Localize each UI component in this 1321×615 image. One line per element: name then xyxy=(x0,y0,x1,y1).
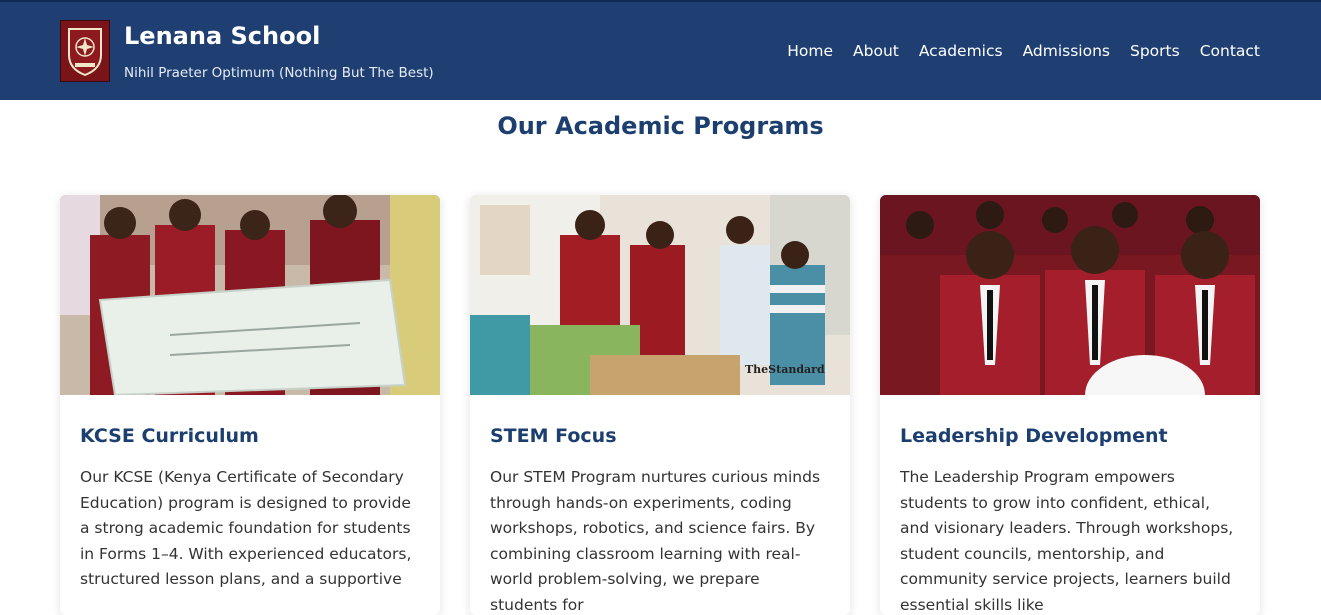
program-card-kcse: KCSE Curriculum Our KCSE (Kenya Certific… xyxy=(60,195,440,615)
card-description: The Leadership Program empowers students… xyxy=(900,468,1234,614)
program-cards: KCSE Curriculum Our KCSE (Kenya Certific… xyxy=(60,195,1260,615)
card-title: KCSE Curriculum xyxy=(80,425,259,447)
nav-sports[interactable]: Sports xyxy=(1130,42,1180,60)
site-tagline: Nihil Praeter Optimum (Nothing But The B… xyxy=(124,65,434,81)
nav-academics[interactable]: Academics xyxy=(919,42,1003,60)
school-crest-logo[interactable] xyxy=(60,20,110,82)
site-title[interactable]: Lenana School xyxy=(124,24,434,48)
card-description: Our STEM Program nurtures curious minds … xyxy=(490,468,821,614)
nav-home[interactable]: Home xyxy=(787,42,833,60)
stem-science-fair-photo: TheStandard xyxy=(470,195,850,395)
card-description: Our KCSE (Kenya Certificate of Secondary… xyxy=(80,468,412,588)
newspaper-watermark: TheStandard xyxy=(745,363,825,376)
nav-about[interactable]: About xyxy=(853,42,899,60)
kcse-cheque-photo xyxy=(60,195,440,395)
card-title: Leadership Development xyxy=(900,425,1168,447)
site-header: Lenana School Nihil Praeter Optimum (Not… xyxy=(0,2,1321,100)
crest-icon xyxy=(68,28,102,77)
section-title: Our Academic Programs xyxy=(497,112,824,140)
program-card-leadership: Leadership Development The Leadership Pr… xyxy=(880,195,1260,615)
nav-admissions[interactable]: Admissions xyxy=(1023,42,1110,60)
main-nav: Home About Academics Admissions Sports C… xyxy=(787,42,1260,60)
program-card-stem: TheStandard STEM Focus Our STEM Program … xyxy=(470,195,850,615)
nav-contact[interactable]: Contact xyxy=(1200,42,1260,60)
brand[interactable]: Lenana School Nihil Praeter Optimum (Not… xyxy=(60,20,434,82)
leadership-students-photo xyxy=(880,195,1260,395)
card-title: STEM Focus xyxy=(490,425,617,447)
